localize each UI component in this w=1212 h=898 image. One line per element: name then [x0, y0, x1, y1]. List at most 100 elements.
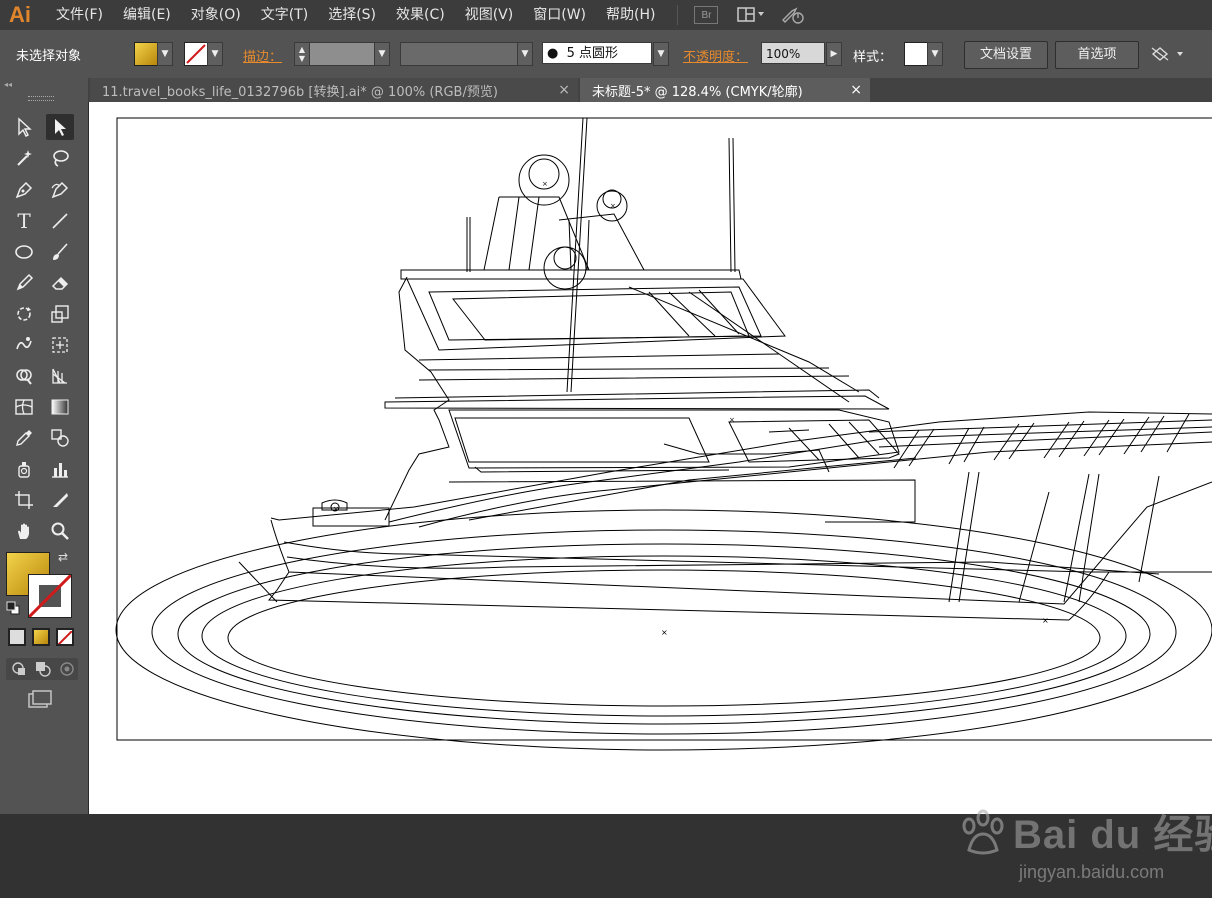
panel-grip[interactable] [28, 96, 54, 101]
profile-dropdown[interactable]: ▼ [517, 42, 533, 66]
brush-definition-field[interactable]: ● 5 点圆形 [542, 42, 652, 64]
column-graph-tool[interactable] [46, 456, 74, 482]
opacity-value: 100% [766, 47, 801, 61]
menu-type[interactable]: 文字(T) [251, 0, 318, 30]
layout-grid-icon [737, 7, 765, 22]
opacity-slider-button[interactable]: ▶ [826, 42, 842, 66]
arrange-documents-button[interactable] [732, 4, 772, 26]
close-tab-icon[interactable]: × [558, 82, 570, 98]
draw-inside-icon[interactable] [58, 660, 76, 678]
ellipse-tool[interactable] [10, 239, 38, 265]
stroke-weight-dropdown[interactable]: ▼ [374, 42, 390, 66]
scale-icon [51, 305, 69, 323]
menu-file[interactable]: 文件(F) [46, 0, 113, 30]
arrow-filled-icon [55, 119, 66, 136]
mesh-icon [15, 399, 33, 415]
graphic-style-swatch[interactable] [904, 42, 928, 66]
baidu-watermark: Bai du 经验 jingyan.baidu.com [925, 802, 1212, 898]
close-tab-icon[interactable]: × [850, 82, 862, 98]
brush-dropdown[interactable]: ▼ [653, 42, 669, 66]
menu-help[interactable]: 帮助(H) [596, 0, 665, 30]
stroke-dropdown[interactable]: ▼ [207, 42, 223, 66]
fill-color-swatch[interactable] [134, 42, 158, 66]
mesh-tool[interactable] [10, 394, 38, 420]
artboard-border [116, 117, 1212, 741]
ellipse-icon [15, 245, 33, 259]
swap-fill-stroke-icon[interactable]: ⇄ [58, 550, 68, 564]
stroke-weight-stepper[interactable]: ▲ ▼ [294, 42, 310, 66]
base-ellipses[interactable]: × × [115, 509, 1212, 751]
menu-window[interactable]: 窗口(W) [523, 0, 596, 30]
selection-tool[interactable] [10, 114, 38, 140]
align-options-button[interactable] [1150, 44, 1190, 64]
variable-width-profile[interactable] [400, 42, 518, 66]
warp-tool[interactable] [10, 332, 38, 358]
document-tab[interactable]: 11.travel_books_life_0132796b [转换].ai* @… [90, 78, 578, 102]
line-segment-tool[interactable] [46, 208, 74, 234]
bridge-button[interactable]: Br [694, 6, 719, 24]
gradient-mode-button[interactable] [32, 628, 50, 646]
rotate-tool[interactable] [10, 301, 38, 327]
artboard-tool[interactable] [10, 487, 38, 513]
direct-selection-tool[interactable] [46, 114, 74, 140]
center-mark: × [661, 628, 668, 637]
free-transform-tool[interactable] [46, 332, 74, 358]
menu-object[interactable]: 对象(O) [181, 0, 251, 30]
paw-logo-icon [955, 808, 1011, 858]
stroke-color-box[interactable] [28, 574, 72, 618]
symbol-sprayer-tool[interactable] [10, 456, 38, 482]
gradient-tool[interactable] [46, 394, 74, 420]
document-tab-active[interactable]: 未标题-5* @ 128.4% (CMYK/轮廓) × [580, 78, 870, 102]
magic-wand-tool[interactable] [10, 145, 38, 171]
knife-icon [53, 493, 68, 507]
canvas-area[interactable]: × × × × × × Bai du 经 jingyan.baidu.com [89, 102, 1212, 882]
menu-effect[interactable]: 效果(C) [386, 0, 455, 30]
paintbrush-tool[interactable] [46, 239, 74, 265]
eyedropper-tool[interactable] [10, 425, 38, 451]
eraser-tool[interactable] [46, 270, 74, 296]
slice-tool[interactable] [46, 487, 74, 513]
stroke-panel-link[interactable]: 描边： [243, 46, 282, 65]
fill-dropdown[interactable]: ▼ [157, 42, 173, 66]
stroke-weight-field[interactable] [309, 42, 375, 66]
menu-bar: Ai 文件(F) 编辑(E) 对象(O) 文字(T) 选择(S) 效果(C) 视… [0, 0, 1212, 30]
color-mode-button[interactable] [8, 628, 26, 646]
svg-text:×: × [333, 505, 339, 513]
pencil-icon [16, 273, 34, 291]
pencil-tool[interactable] [10, 270, 38, 296]
default-fill-stroke-icon[interactable] [6, 600, 20, 615]
hand-tool[interactable] [10, 518, 38, 544]
screen-mode-button[interactable] [26, 690, 54, 712]
type-tool[interactable]: T [10, 208, 38, 234]
paintbrush-icon [53, 243, 68, 260]
document-setup-button[interactable]: 文档设置 [964, 41, 1048, 69]
lasso-tool[interactable] [46, 145, 74, 171]
gpu-performance-button[interactable] [776, 4, 810, 26]
opacity-panel-link[interactable]: 不透明度： [683, 46, 748, 65]
scale-tool[interactable] [46, 301, 74, 327]
pen-tool[interactable] [10, 177, 38, 203]
stroke-color-swatch[interactable] [184, 42, 208, 66]
curvature-tool[interactable] [46, 177, 74, 203]
none-slash-icon [58, 630, 72, 644]
graphic-style-dropdown[interactable]: ▼ [927, 42, 943, 66]
blend-tool[interactable] [46, 425, 74, 451]
opacity-field[interactable]: 100% [761, 42, 825, 64]
menu-edit[interactable]: 编辑(E) [113, 0, 181, 30]
draw-behind-icon[interactable] [34, 660, 52, 678]
none-mode-button[interactable] [56, 628, 74, 646]
menu-view[interactable]: 视图(V) [455, 0, 524, 30]
menu-select[interactable]: 选择(S) [318, 0, 386, 30]
tab-title: 未标题-5* @ 128.4% (CMYK/轮廓) [592, 84, 803, 100]
preferences-button[interactable]: 首选项 [1055, 41, 1139, 69]
draw-normal-icon[interactable] [10, 660, 28, 678]
shape-builder-tool[interactable] [10, 363, 38, 389]
eraser-icon [51, 276, 69, 290]
zoom-tool[interactable] [46, 518, 74, 544]
artboard[interactable]: × × × × × × [89, 102, 1212, 814]
pen-nib-icon [15, 181, 33, 199]
collapse-panel-icon[interactable]: ◂◂ [4, 80, 12, 89]
perspective-grid-tool[interactable] [46, 363, 74, 389]
free-transform-icon [52, 337, 68, 353]
rocket-icon [782, 7, 805, 24]
